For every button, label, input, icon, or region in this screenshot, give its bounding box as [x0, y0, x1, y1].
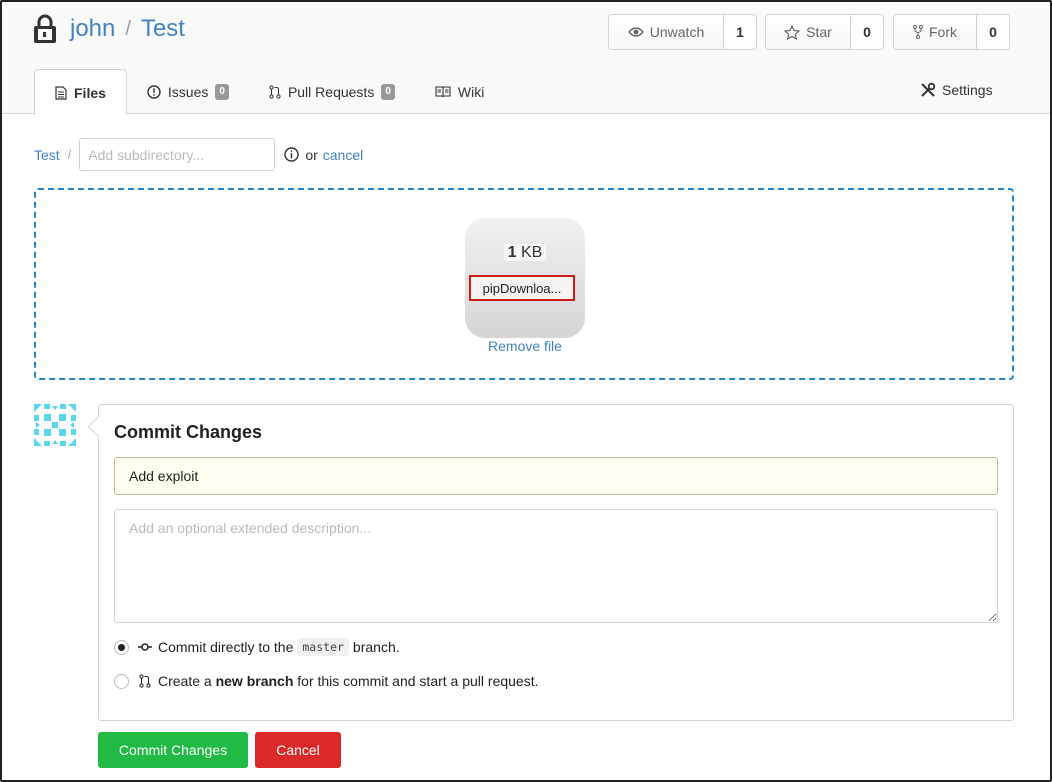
tab-settings[interactable]: Settings [920, 82, 993, 98]
cancel-button[interactable]: Cancel [255, 732, 341, 768]
remove-file-link[interactable]: Remove file [465, 338, 585, 354]
avatar [34, 404, 76, 446]
eye-icon [627, 27, 644, 37]
commit-direct-suffix: branch. [352, 639, 400, 655]
book-icon [435, 85, 451, 97]
new-branch-prefix: Create a [158, 673, 212, 689]
file-size: 1 KB [465, 244, 585, 262]
commit-direct-prefix: Commit directly to the [158, 639, 294, 655]
tools-icon [921, 82, 936, 97]
new-branch-bold: new branch [215, 673, 294, 689]
file-preview: 1 KB pipDownloa... [465, 218, 585, 338]
issue-icon [147, 84, 161, 99]
tab-files[interactable]: Files [34, 69, 127, 115]
tab-pull-requests[interactable]: Pull Requests 0 [249, 69, 415, 114]
repo-title: john / Test [32, 14, 185, 44]
repo-tabs: Files Issues 0 Pull Requests 0 Wiki [34, 69, 504, 115]
pull-request-icon [269, 84, 281, 99]
new-branch-option[interactable]: Create a new branch for this commit and … [114, 673, 539, 689]
watch-count[interactable]: 1 [724, 15, 756, 49]
commit-form: Commit Changes Commit directly to the ma… [98, 404, 1014, 721]
pull-requests-count-badge: 0 [381, 83, 395, 100]
commit-summary-input[interactable] [114, 457, 998, 495]
pull-request-icon [139, 674, 151, 688]
commit-description-textarea[interactable] [114, 509, 998, 623]
repo-name-link[interactable]: Test [141, 15, 185, 43]
tab-wiki[interactable]: Wiki [415, 69, 504, 114]
git-commit-icon [138, 643, 152, 651]
tab-files-label: Files [74, 84, 106, 101]
star-button[interactable]: Star [766, 15, 851, 49]
fork-icon [913, 25, 923, 39]
commit-form-title: Commit Changes [114, 422, 263, 442]
file-size-unit: KB [521, 244, 543, 261]
repo-header: john / Test Unwatch 1 Star 0 Fork 0 File… [0, 0, 1052, 115]
upload-path-bar: Test / or cancel [34, 138, 363, 171]
file-name: pipDownloa... [469, 275, 575, 301]
fork-label: Fork [929, 24, 957, 40]
commit-direct-option[interactable]: Commit directly to the master branch. [114, 638, 400, 656]
cancel-link[interactable]: cancel [323, 147, 363, 163]
tab-issues-label: Issues [167, 83, 209, 100]
new-branch-suffix: for this commit and start a pull request… [297, 673, 539, 689]
commit-direct-radio[interactable] [114, 639, 129, 655]
file-icon [55, 85, 67, 100]
branch-name: master [297, 638, 349, 656]
tab-wiki-label: Wiki [457, 83, 485, 100]
lock-icon [34, 14, 56, 43]
fork-button[interactable]: Fork [894, 15, 977, 49]
tab-pull-requests-label: Pull Requests [287, 83, 375, 100]
star-button-group: Star 0 [765, 14, 884, 50]
star-count[interactable]: 0 [851, 15, 883, 49]
unwatch-label: Unwatch [649, 24, 705, 40]
new-branch-radio[interactable] [114, 673, 129, 689]
star-icon [784, 24, 801, 40]
breadcrumb-separator: / [67, 147, 72, 162]
repo-separator: / [125, 17, 131, 40]
unwatch-button[interactable]: Unwatch [609, 15, 724, 49]
or-text: or [305, 146, 318, 163]
breadcrumb-root[interactable]: Test [34, 147, 60, 163]
settings-label: Settings [942, 82, 993, 98]
tab-issues[interactable]: Issues 0 [127, 69, 249, 114]
file-size-value: 1 [507, 244, 517, 261]
subdirectory-input[interactable] [79, 138, 276, 171]
info-icon[interactable] [284, 147, 300, 162]
star-label: Star [806, 24, 832, 40]
file-dropzone[interactable]: 1 KB pipDownloa... Remove file [34, 188, 1014, 380]
watch-button-group: Unwatch 1 [608, 14, 757, 50]
fork-count[interactable]: 0 [977, 15, 1009, 49]
issues-count-badge: 0 [215, 83, 229, 100]
repo-owner-link[interactable]: john [70, 15, 115, 43]
commit-changes-button[interactable]: Commit Changes [98, 732, 248, 768]
fork-button-group: Fork 0 [893, 14, 1010, 50]
